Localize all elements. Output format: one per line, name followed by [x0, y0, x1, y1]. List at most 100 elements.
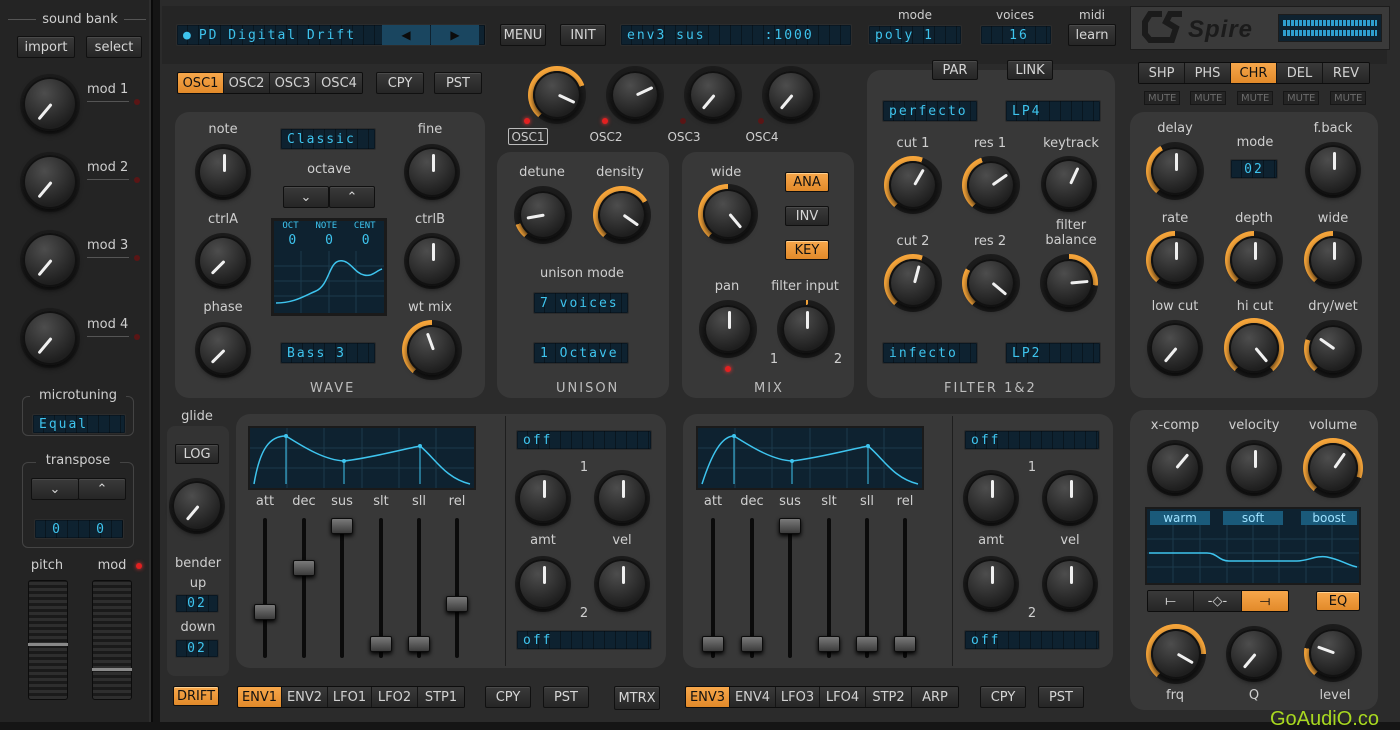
- mod-wheel[interactable]: [92, 580, 132, 700]
- env1-att-fader[interactable]: [254, 518, 276, 658]
- pan-knob[interactable]: [699, 300, 757, 358]
- env-right-paste-button[interactable]: PST: [1038, 686, 1084, 708]
- bender-down-display[interactable]: 02: [175, 639, 219, 658]
- ctrla-knob[interactable]: [195, 233, 251, 289]
- env3-amt2-knob[interactable]: [963, 556, 1019, 612]
- velocity-knob[interactable]: [1226, 440, 1282, 496]
- x-comp-knob[interactable]: [1147, 440, 1203, 496]
- density-knob[interactable]: [593, 186, 651, 244]
- tab-osc3[interactable]: OSC3: [270, 73, 316, 93]
- q-knob[interactable]: [1226, 626, 1282, 682]
- tab-stp1[interactable]: STP1: [418, 687, 464, 707]
- tab-lfo1[interactable]: LFO1: [328, 687, 372, 707]
- octave-down-button[interactable]: ⌄: [283, 186, 329, 208]
- volume-knob[interactable]: [1303, 438, 1363, 498]
- env3-vel2-knob[interactable]: [1042, 556, 1098, 612]
- eq-highshelf-button[interactable]: ⟞: [1242, 591, 1288, 611]
- fback-knob[interactable]: [1305, 142, 1361, 198]
- env1-sus-fader[interactable]: [331, 518, 353, 658]
- env-left-copy-button[interactable]: CPY: [485, 686, 531, 708]
- env3-slt-fader[interactable]: [818, 518, 840, 658]
- mute-phs-button[interactable]: MUTE: [1190, 91, 1227, 105]
- env1-rel-fader[interactable]: [446, 518, 468, 658]
- env1-sll-fader[interactable]: [408, 518, 430, 658]
- mute-chr-button[interactable]: MUTE: [1237, 91, 1274, 105]
- low-cut-knob[interactable]: [1147, 320, 1203, 376]
- tab-stp2[interactable]: STP2: [866, 687, 912, 707]
- env3-dest2-display[interactable]: off: [964, 630, 1100, 650]
- preset-next-button[interactable]: ▶: [431, 25, 479, 45]
- tab-env1[interactable]: ENV1: [238, 687, 282, 707]
- rate-knob[interactable]: [1146, 231, 1204, 289]
- filter-balance-knob[interactable]: [1040, 254, 1098, 312]
- import-button[interactable]: import: [17, 36, 75, 58]
- filter-input-knob[interactable]: [777, 300, 835, 358]
- mod-3-knob[interactable]: [20, 230, 80, 290]
- par-button[interactable]: PAR: [932, 60, 978, 80]
- env1-dest1-display[interactable]: off: [516, 430, 652, 450]
- tab-osc1[interactable]: OSC1: [178, 73, 224, 93]
- tab-rev[interactable]: REV: [1323, 63, 1369, 83]
- eq-warm-tab[interactable]: warm: [1150, 511, 1210, 525]
- detune-knob[interactable]: [514, 186, 572, 244]
- env1-slt-fader[interactable]: [370, 518, 392, 658]
- tab-lfo2[interactable]: LFO2: [372, 687, 418, 707]
- fx-wide-knob[interactable]: [1304, 231, 1362, 289]
- unison-octave-display[interactable]: 1 Octave: [533, 342, 629, 364]
- env1-dest2-display[interactable]: off: [516, 630, 652, 650]
- tab-phs[interactable]: PHS: [1185, 63, 1231, 83]
- osc1-level-knob[interactable]: [528, 66, 586, 124]
- env-left-paste-button[interactable]: PST: [543, 686, 589, 708]
- preset-prev-button[interactable]: ◀: [382, 25, 430, 45]
- drift-button[interactable]: DRIFT: [173, 686, 219, 706]
- tab-env2[interactable]: ENV2: [282, 687, 328, 707]
- tab-osc2[interactable]: OSC2: [224, 73, 270, 93]
- env3-dest1-display[interactable]: off: [964, 430, 1100, 450]
- cut2-knob[interactable]: [884, 254, 942, 312]
- env3-amt1-knob[interactable]: [963, 470, 1019, 526]
- tab-env4[interactable]: ENV4: [730, 687, 776, 707]
- select-button[interactable]: select: [86, 36, 142, 58]
- midi-learn-button[interactable]: learn: [1068, 24, 1116, 46]
- hi-cut-knob[interactable]: [1224, 318, 1284, 378]
- osc4-level-knob[interactable]: [762, 66, 820, 124]
- bender-up-display[interactable]: 02: [175, 594, 219, 613]
- voices-display[interactable]: 16: [980, 25, 1052, 45]
- env1-dec-fader[interactable]: [293, 518, 315, 658]
- level-knob[interactable]: [1304, 624, 1362, 682]
- key-button[interactable]: KEY: [785, 240, 829, 260]
- tab-shp[interactable]: SHP: [1139, 63, 1185, 83]
- env3-att-fader[interactable]: [702, 518, 724, 658]
- frq-knob[interactable]: [1146, 624, 1206, 684]
- wave-type-display[interactable]: Classic: [280, 128, 376, 150]
- fx-mode-display[interactable]: 02: [1230, 159, 1278, 179]
- tab-env3[interactable]: ENV3: [686, 687, 730, 707]
- osc2-level-knob[interactable]: [606, 66, 664, 124]
- microtuning-display[interactable]: Equal: [32, 414, 126, 434]
- env3-dec-fader[interactable]: [741, 518, 763, 658]
- delay-knob[interactable]: [1146, 142, 1204, 200]
- osc-paste-button[interactable]: PST: [434, 72, 482, 94]
- transpose-up-button[interactable]: ⌃: [78, 478, 126, 500]
- filter2-type-display[interactable]: infecto: [882, 342, 978, 364]
- fine-knob[interactable]: [404, 144, 460, 200]
- env3-sll-fader[interactable]: [856, 518, 878, 658]
- dry-wet-knob[interactable]: [1304, 320, 1362, 378]
- env-right-copy-button[interactable]: CPY: [980, 686, 1026, 708]
- depth-knob[interactable]: [1225, 231, 1283, 289]
- link-button[interactable]: LINK: [1007, 60, 1053, 80]
- tab-lfo3[interactable]: LFO3: [776, 687, 820, 707]
- eq-peak-button[interactable]: -◇-: [1194, 591, 1242, 611]
- mute-shp-button[interactable]: MUTE: [1144, 91, 1181, 105]
- env1-vel2-knob[interactable]: [594, 556, 650, 612]
- ana-button[interactable]: ANA: [785, 172, 829, 192]
- init-button[interactable]: INIT: [560, 24, 606, 46]
- note-knob[interactable]: [195, 144, 251, 200]
- ctrlb-knob[interactable]: [404, 233, 460, 289]
- eq-lowshelf-button[interactable]: ⟝: [1148, 591, 1194, 611]
- phase-knob[interactable]: [195, 322, 251, 378]
- tab-lfo4[interactable]: LFO4: [820, 687, 866, 707]
- res2-knob[interactable]: [962, 254, 1020, 312]
- env1-vel1-knob[interactable]: [594, 470, 650, 526]
- transpose-down-button[interactable]: ⌄: [31, 478, 79, 500]
